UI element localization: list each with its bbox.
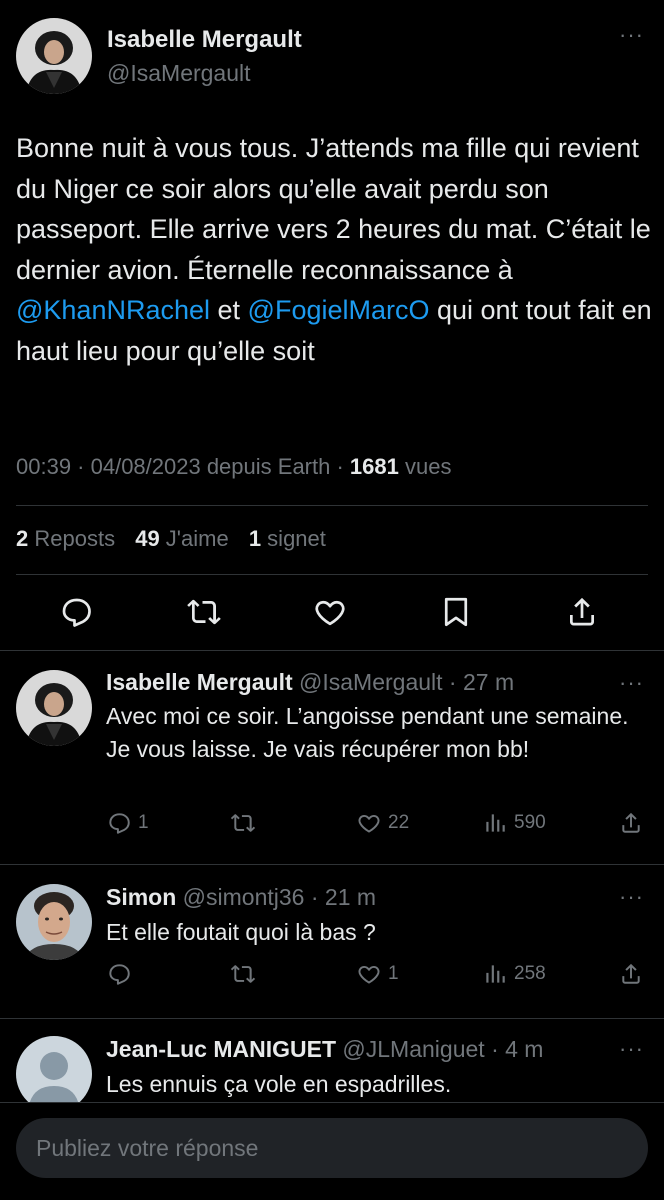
mention-link[interactable]: @KhanNRachel <box>16 295 210 325</box>
likes-stat[interactable]: 49 J'aime <box>135 526 228 551</box>
divider <box>16 574 648 575</box>
like-icon[interactable] <box>312 594 348 630</box>
like-button[interactable]: 1 <box>356 961 399 987</box>
reply-tweet[interactable]: Jean-Luc MANIGUET @JLManiguet · 4 m ··· … <box>0 1018 664 1102</box>
reply-icon <box>109 964 130 985</box>
bookmark-icon[interactable] <box>438 594 474 630</box>
likes-label: J'aime <box>159 526 229 551</box>
reply-time[interactable]: · 4 m <box>485 1036 543 1062</box>
bookmarks-count: 1 <box>248 526 262 551</box>
reply-header: Jean-Luc MANIGUET @JLManiguet · 4 m <box>106 1036 543 1063</box>
tweet-text-part: et <box>210 295 248 325</box>
repost-button[interactable] <box>230 810 262 836</box>
divider <box>0 1102 664 1103</box>
reply-action-bar: 1 22 590 <box>106 810 651 842</box>
tweet-timestamp[interactable]: 00:39 · 04/08/2023 depuis Earth · <box>16 454 350 479</box>
views-button[interactable]: 258 <box>482 961 546 987</box>
mention-link[interactable]: @FogielMarcO <box>248 295 430 325</box>
reply-author-handle[interactable]: @JLManiguet <box>342 1036 484 1062</box>
reply-author-name[interactable]: Jean-Luc MANIGUET <box>106 1036 336 1062</box>
more-options-icon[interactable]: ··· <box>619 22 644 48</box>
reply-composer[interactable] <box>16 1118 648 1178</box>
share-icon <box>622 812 640 833</box>
reply-author-handle[interactable]: @simontj36 <box>183 884 305 910</box>
more-options-icon[interactable]: ··· <box>619 670 644 696</box>
bookmarks-label: signet <box>261 526 326 551</box>
view-count: 258 <box>514 963 546 984</box>
share-button[interactable] <box>618 961 644 987</box>
views-count: 1681 <box>349 454 399 479</box>
repost-icon <box>230 965 256 983</box>
reply-time[interactable]: · 21 m <box>304 884 376 910</box>
tweet-action-bar <box>0 594 664 634</box>
reply-tweet[interactable]: Simon @simontj36 · 21 m ··· Et elle fout… <box>0 864 664 1018</box>
reply-avatar[interactable] <box>16 670 92 746</box>
share-icon[interactable] <box>564 594 600 630</box>
reposts-stat[interactable]: 2 Reposts <box>16 526 115 551</box>
author-handle[interactable]: @IsaMergault <box>107 60 251 87</box>
reply-action-bar: 1 258 <box>106 961 651 993</box>
reposts-label: Reposts <box>28 526 116 551</box>
more-options-icon[interactable]: ··· <box>619 1036 644 1062</box>
like-count: 22 <box>388 812 410 833</box>
reply-input[interactable] <box>36 1118 626 1178</box>
author-avatar[interactable] <box>16 18 92 94</box>
reply-button[interactable]: 1 <box>106 810 149 836</box>
reply-avatar[interactable] <box>16 1036 92 1102</box>
reply-header: Simon @simontj36 · 21 m <box>106 884 376 911</box>
bookmarks-stat[interactable]: 1 signet <box>249 526 326 551</box>
share-icon <box>622 963 640 984</box>
tweet-stats: 2 Reposts 49 J'aime 1 signet <box>16 526 340 552</box>
reply-time[interactable]: · 27 m <box>443 669 514 695</box>
like-icon <box>358 965 380 984</box>
reply-tweet[interactable]: Isabelle Mergault @IsaMergault · 27 m ··… <box>0 650 664 863</box>
reply-icon[interactable] <box>58 594 94 630</box>
divider <box>16 505 648 506</box>
reposts-count: 2 <box>16 526 29 551</box>
reply-author-handle[interactable]: @IsaMergault <box>299 669 443 695</box>
repost-icon <box>230 814 256 832</box>
like-count: 1 <box>388 963 399 984</box>
reply-author-name[interactable]: Simon <box>106 884 176 910</box>
tweet-meta: 00:39 · 04/08/2023 depuis Earth · 1681 v… <box>16 454 451 480</box>
author-name[interactable]: Isabelle Mergault <box>107 26 302 54</box>
like-icon <box>358 814 380 833</box>
more-options-icon[interactable]: ··· <box>619 884 644 910</box>
reply-button[interactable] <box>106 961 138 987</box>
repost-icon[interactable] <box>186 594 222 630</box>
views-icon <box>486 814 505 832</box>
like-button[interactable]: 22 <box>356 810 409 836</box>
views-label: vues <box>398 454 452 479</box>
tweet-text-part: Bonne nuit à vous tous. J’attends ma fil… <box>16 133 651 285</box>
share-button[interactable] <box>618 810 644 836</box>
reply-count: 1 <box>138 812 149 833</box>
tweet-text: Bonne nuit à vous tous. J’attends ma fil… <box>16 128 652 371</box>
reply-text: Avec moi ce soir. L’angoisse pendant une… <box>106 703 629 762</box>
reply-text: Et elle foutait quoi là bas ? <box>106 919 376 945</box>
main-tweet-header: Isabelle Mergault @IsaMergault ··· <box>16 10 648 94</box>
view-count: 590 <box>514 812 546 833</box>
views-button[interactable]: 590 <box>482 810 546 836</box>
reply-header: Isabelle Mergault @IsaMergault · 27 m <box>106 669 514 696</box>
reply-icon <box>109 813 130 834</box>
reply-text: Les ennuis ça vole en espadrilles. <box>106 1071 452 1097</box>
repost-button[interactable] <box>230 961 262 987</box>
reply-avatar[interactable] <box>16 884 92 960</box>
views-icon <box>486 965 505 983</box>
reply-author-name[interactable]: Isabelle Mergault <box>106 669 293 695</box>
likes-count: 49 <box>135 526 160 551</box>
